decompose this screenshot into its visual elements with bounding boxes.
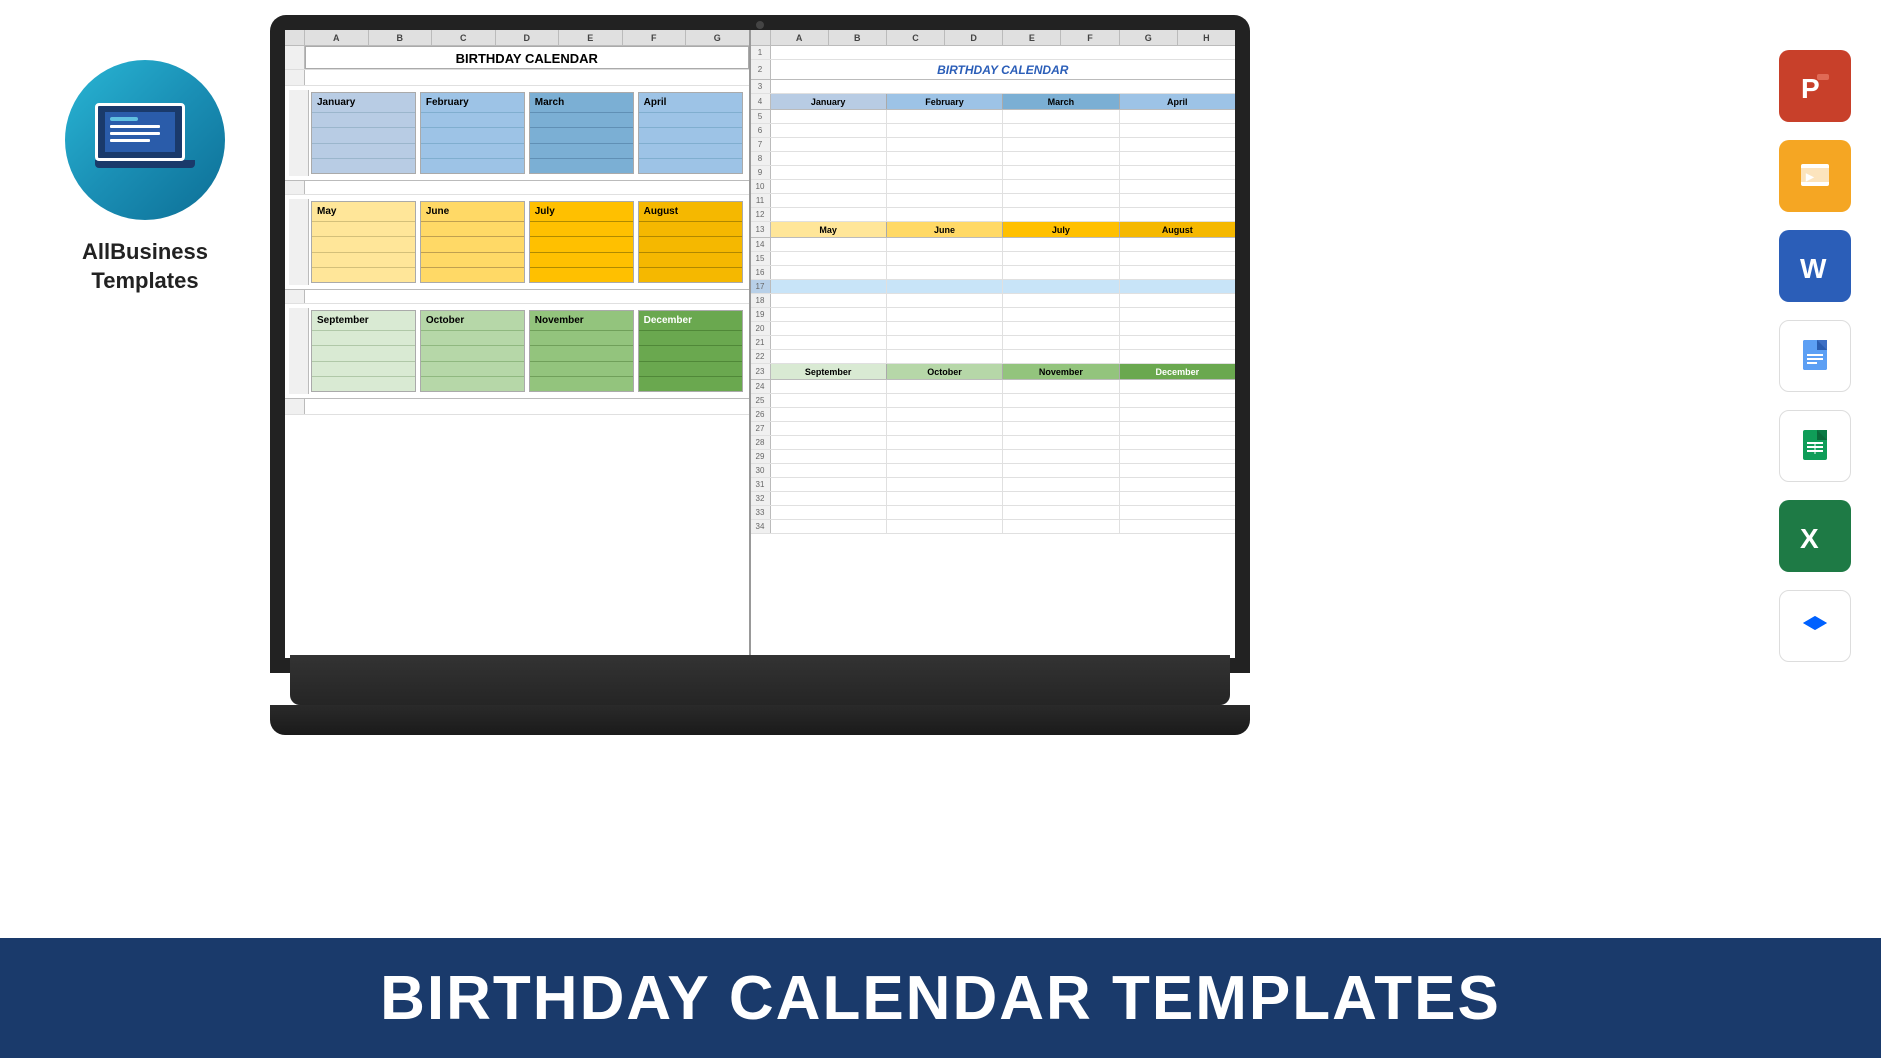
- month-january-left: January: [311, 92, 416, 174]
- laptop-foot: [270, 705, 1250, 735]
- month-may-left: May: [311, 201, 416, 283]
- logo-laptop-icon: [95, 103, 195, 178]
- svg-text:W: W: [1800, 253, 1827, 284]
- month-september-left: September: [311, 310, 416, 392]
- month-november-left: November: [529, 310, 634, 392]
- powerpoint-icon[interactable]: P: [1779, 50, 1851, 122]
- col-g-left: G: [686, 30, 749, 45]
- left-spreadsheet: A B C D E F G BIRTHDAY CALENDAR: [285, 30, 751, 658]
- google-slides-icon[interactable]: ▶: [1779, 140, 1851, 212]
- right-spreadsheet: A B C D E F G H 1: [751, 30, 1236, 658]
- month-july-left: July: [529, 201, 634, 283]
- svg-text:P: P: [1801, 73, 1820, 104]
- laptop-bezel: A B C D E F G BIRTHDAY CALENDAR: [270, 15, 1250, 673]
- excel-icon[interactable]: X: [1779, 500, 1851, 572]
- month-april-left: April: [638, 92, 743, 174]
- dropbox-icon[interactable]: [1779, 590, 1851, 662]
- left-sheet-title: BIRTHDAY CALENDAR: [305, 46, 749, 69]
- col-d-left: D: [496, 30, 560, 45]
- col-b-left: B: [369, 30, 433, 45]
- laptop-frame: A B C D E F G BIRTHDAY CALENDAR: [270, 15, 1270, 755]
- svg-text:▶: ▶: [1805, 172, 1815, 183]
- col-a-left: A: [305, 30, 369, 45]
- logo-circle: [65, 60, 225, 220]
- camera-dot: [756, 21, 764, 29]
- col-f-left: F: [623, 30, 687, 45]
- laptop-base: [290, 655, 1230, 705]
- google-sheets-icon[interactable]: [1779, 410, 1851, 482]
- month-february-left: February: [420, 92, 525, 174]
- month-december-left: December: [638, 310, 743, 392]
- logo-area: AllBusinessTemplates: [30, 60, 260, 295]
- google-docs-icon[interactable]: [1779, 320, 1851, 392]
- month-october-left: October: [420, 310, 525, 392]
- month-august-left: August: [638, 201, 743, 283]
- col-e-left: E: [559, 30, 623, 45]
- brand-name: AllBusinessTemplates: [82, 238, 208, 295]
- banner-text: BIRTHDAY CALENDAR TEMPLATES: [380, 963, 1501, 1034]
- bottom-banner: BIRTHDAY CALENDAR TEMPLATES: [0, 938, 1881, 1058]
- svg-text:X: X: [1800, 523, 1819, 554]
- month-june-left: June: [420, 201, 525, 283]
- right-sheet-title: BIRTHDAY CALENDAR: [771, 60, 1236, 79]
- word-icon[interactable]: W: [1779, 230, 1851, 302]
- screen-content: A B C D E F G BIRTHDAY CALENDAR: [285, 30, 1235, 658]
- month-march-left: March: [529, 92, 634, 174]
- right-app-icons: P ▶ W: [1779, 50, 1851, 662]
- col-c-left: C: [432, 30, 496, 45]
